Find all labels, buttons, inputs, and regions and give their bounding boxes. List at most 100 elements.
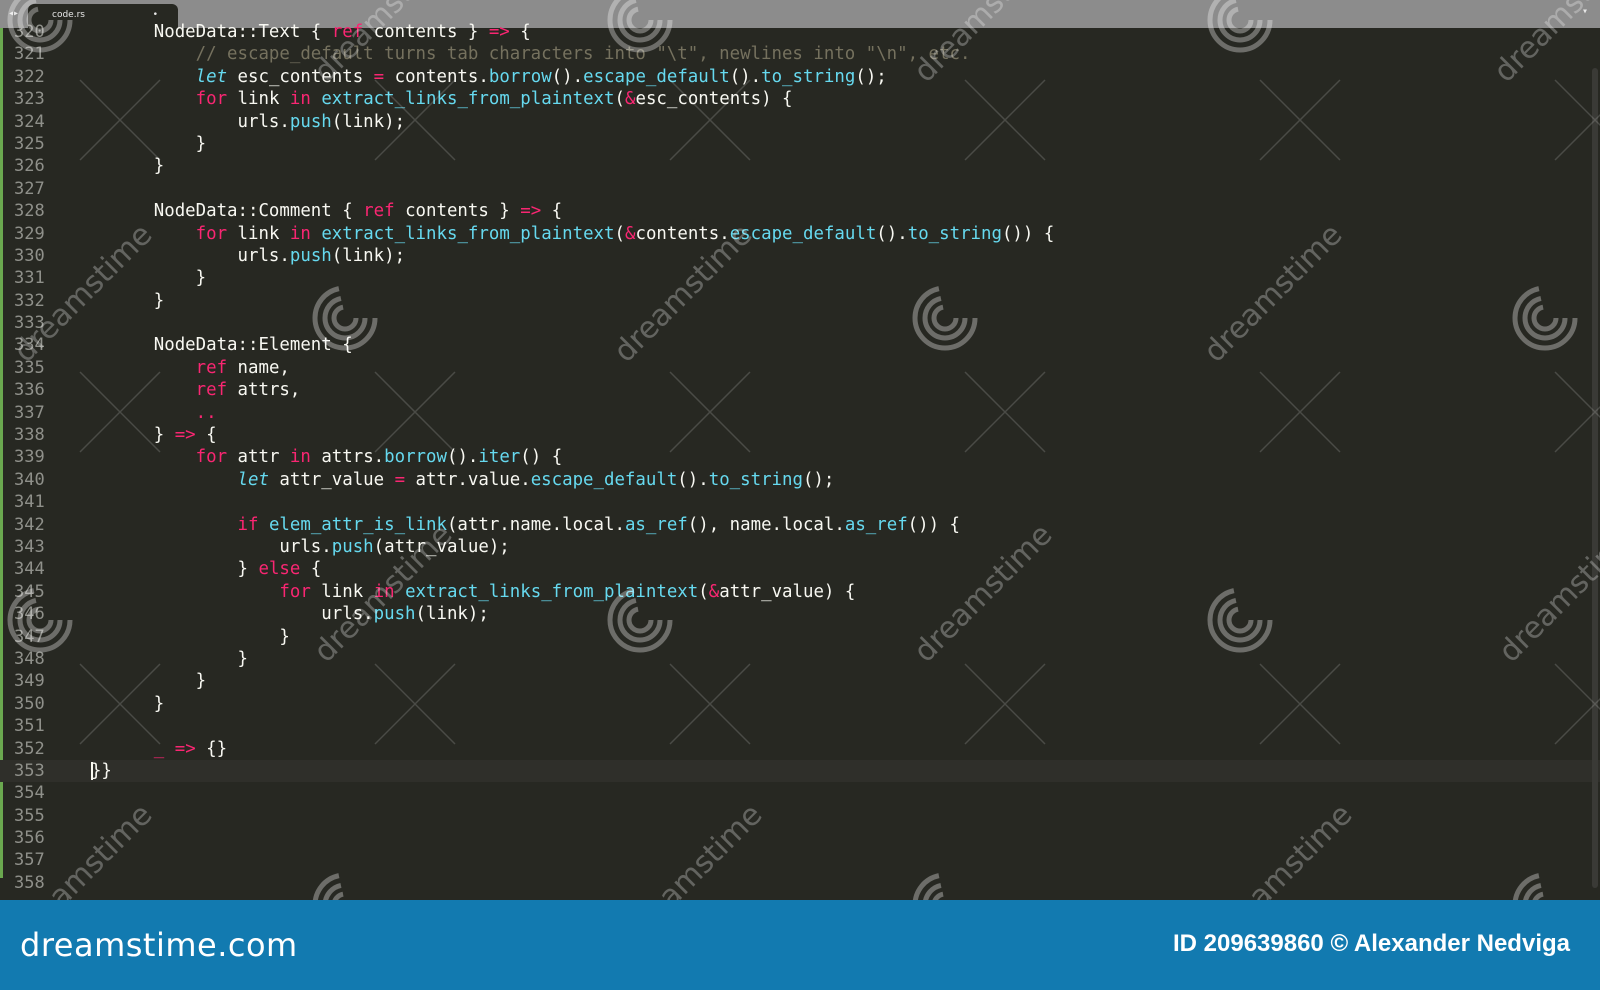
code-token: } (70, 156, 165, 177)
footer-brand: dreamstime.com (20, 926, 298, 964)
code-token: attrs. (310, 447, 385, 468)
code-line: } else { (70, 558, 1560, 580)
code-token: contents. (635, 223, 730, 244)
code-token: push (289, 245, 332, 266)
code-token: ref (331, 22, 364, 42)
code-token: ref (70, 357, 228, 378)
code-token: NodeData::Text { (70, 22, 332, 42)
line-number: 336 (14, 380, 45, 401)
code-line: } (70, 648, 1560, 670)
tab-menu-icon[interactable]: ▾ (1582, 6, 1588, 17)
code-token: { (509, 22, 531, 42)
tab-nav-arrows-icon[interactable]: ◂▸ (8, 8, 19, 19)
line-number: 321 (14, 44, 45, 65)
code-line: let attr_value = attr.value.escape_defau… (70, 469, 1560, 491)
code-token: link (227, 223, 290, 244)
code-token: NodeData::Comment { (70, 201, 364, 222)
code-token: (). (876, 223, 908, 244)
code-token: = (373, 66, 385, 87)
code-token: => (520, 201, 542, 222)
line-number: 324 (14, 111, 45, 132)
code-token: _ (70, 738, 165, 759)
code-token: => (174, 425, 196, 446)
code-token: (). (729, 66, 762, 87)
tab-title: code.rs (52, 10, 85, 20)
code-token: as_ref (844, 514, 908, 535)
code-line: urls.push(link); (70, 111, 1560, 133)
code-token: attr_value (268, 469, 395, 490)
code-token: } (70, 425, 175, 446)
line-number: 327 (14, 178, 45, 199)
code-token: let (70, 66, 228, 87)
line-number: 322 (14, 66, 45, 87)
code-token: link (227, 89, 290, 110)
code-token: => (488, 22, 510, 42)
code-line: let esc_contents = contents.borrow().esc… (70, 66, 1560, 88)
code-token: (link); (331, 111, 406, 132)
code-token: contents. (384, 66, 489, 87)
code-token: attr.value. (405, 469, 531, 490)
line-number: 342 (14, 514, 45, 535)
code-token: { (300, 559, 322, 580)
code-token: } (70, 648, 248, 669)
code-token: for (70, 447, 228, 468)
code-token: name, (227, 357, 290, 378)
code-token: ref (363, 201, 395, 222)
stock-footer: dreamstime.com ID 209639860 © Alexander … (0, 900, 1600, 990)
code-token: (). (551, 66, 584, 87)
code-token: ( (614, 223, 625, 244)
code-token: attr (227, 447, 290, 468)
code-token: let (70, 469, 269, 490)
code-token: NodeData::Element { (70, 335, 353, 356)
line-number: 357 (14, 850, 45, 871)
code-line: urls.push(link); (70, 245, 1560, 267)
code-token: for (70, 581, 311, 602)
code-line: NodeData::Text { ref contents } => { (70, 21, 1560, 43)
code-line: for attr in attrs.borrow().iter() { (70, 446, 1560, 468)
code-token: (), name.local. (687, 514, 845, 535)
vertical-scrollbar[interactable] (1592, 68, 1598, 888)
code-line: ref attrs, (70, 379, 1560, 401)
line-number: 338 (14, 425, 45, 446)
code-token: push (289, 111, 332, 132)
code-line: NodeData::Comment { ref contents } => { (70, 200, 1560, 222)
line-number: 323 (14, 89, 45, 110)
code-token: escape_default (583, 66, 730, 87)
code-line: } (70, 693, 1560, 715)
code-line: for link in extract_links_from_plaintext… (70, 581, 1560, 603)
line-number: 340 (14, 469, 45, 490)
code-token: esc_contents) { (635, 89, 793, 110)
code-line: } (70, 626, 1560, 648)
code-token: for (70, 223, 228, 244)
code-token: ()) { (907, 514, 961, 535)
code-area[interactable]: NodeData::Text { ref contents } => { // … (70, 21, 1560, 894)
line-number: 339 (14, 447, 45, 468)
line-number: 325 (14, 133, 45, 154)
code-token: } (70, 559, 259, 580)
code-token: escape_default (729, 223, 877, 244)
line-number: 344 (14, 559, 45, 580)
line-number: 356 (14, 828, 45, 849)
line-number: 350 (14, 693, 45, 714)
code-token: borrow (384, 447, 447, 468)
code-line: NodeData::Element { (70, 334, 1560, 356)
code-line: urls.push(attr_value); (70, 536, 1560, 558)
line-number: 341 (14, 492, 45, 513)
line-number: 335 (14, 357, 45, 378)
code-token: (); (802, 469, 835, 490)
code-editor[interactable]: 320 321 322 323 324 325 326 327 328 329 330 331 332 3… (0, 22, 1600, 900)
code-token: ref (70, 380, 228, 401)
code-token: { (541, 201, 563, 222)
code-token: extract_links_from_plaintext (321, 223, 615, 244)
code-token: to_string (761, 66, 856, 87)
code-line: } (70, 670, 1560, 692)
code-token: in (373, 581, 395, 602)
